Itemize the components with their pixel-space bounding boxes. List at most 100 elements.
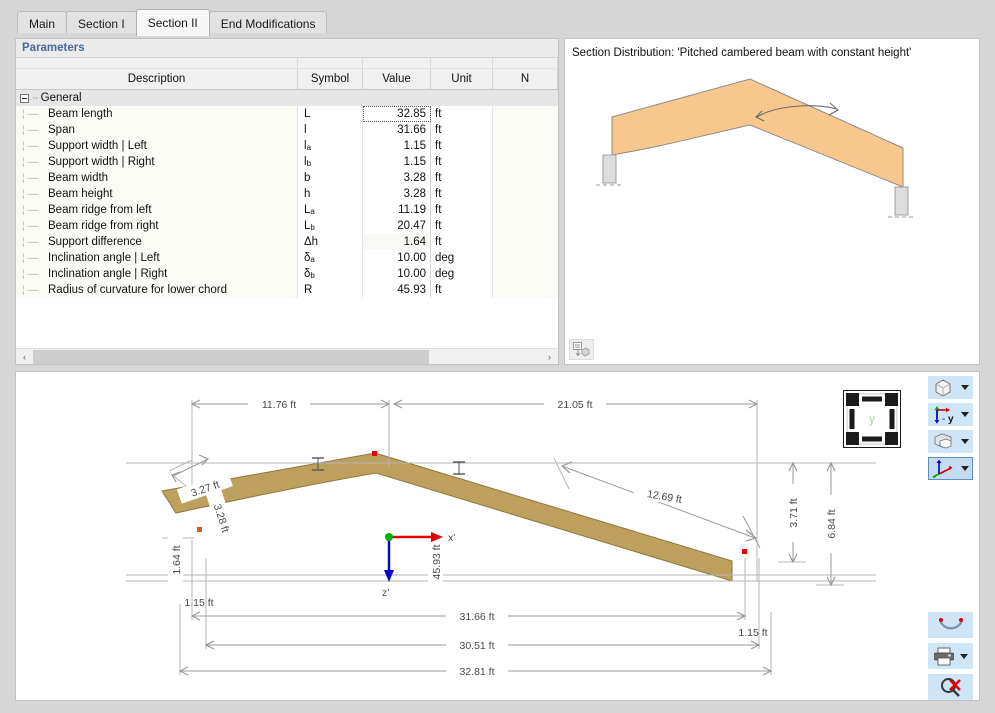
column-header-symbol[interactable]: Symbol xyxy=(298,69,363,89)
cell-value[interactable]: 20.47 xyxy=(363,218,431,234)
table-row[interactable]: ¦ ––Spanl31.66ft xyxy=(16,122,558,138)
support-left xyxy=(603,155,616,183)
cell-symbol: h xyxy=(298,186,363,202)
svg-text:y: y xyxy=(948,414,954,424)
row-description: Support difference xyxy=(48,236,142,248)
chevron-down-icon[interactable] xyxy=(960,654,968,659)
tab-section-ii[interactable]: Section II xyxy=(136,9,210,36)
table-row[interactable]: ¦ ––Inclination angle | Rightδb10.00deg xyxy=(16,266,558,282)
row-symbol-subscript: a xyxy=(310,255,314,264)
chevron-down-icon[interactable] xyxy=(961,439,969,444)
beam-solid xyxy=(162,453,732,581)
row-symbol-subscript: b xyxy=(310,271,314,280)
table-row[interactable]: ¦ ––Support width | Leftla1.15ft xyxy=(16,138,558,154)
cell-value[interactable]: 45.93 xyxy=(363,282,431,298)
printer-icon xyxy=(933,647,955,666)
camber-arrow-head-right xyxy=(829,103,838,115)
beam-preview-svg xyxy=(565,67,979,338)
cell-description: ¦ ––Beam length xyxy=(16,106,298,122)
cell-value[interactable]: 31.66 xyxy=(363,122,431,138)
row-symbol-subscript: b xyxy=(307,159,311,168)
table-column-headers: Description Symbol Value Unit N xyxy=(16,69,558,90)
navigation-cube[interactable]: y xyxy=(843,390,901,448)
tab-list: Main Section I Section II End Modificati… xyxy=(17,9,326,36)
cell-symbol: δa xyxy=(298,250,363,266)
column-header-description[interactable]: Description xyxy=(16,69,298,89)
chevron-down-icon[interactable] xyxy=(961,412,969,417)
zoom-reset-button[interactable] xyxy=(928,674,973,700)
column-header-value[interactable]: Value xyxy=(363,69,431,89)
table-row[interactable]: ¦ ––Beam lengthL32.85ft xyxy=(16,106,558,122)
section-distribution-title: Section Distribution: 'Pitched cambered … xyxy=(565,39,979,67)
print-button[interactable] xyxy=(928,643,973,669)
snap-curve-icon xyxy=(937,617,965,633)
cell-value[interactable]: 1.64 xyxy=(363,234,431,250)
cell-extra xyxy=(493,202,558,218)
view-tools-toolbar: y - xyxy=(928,376,973,480)
scrollbar-thumb[interactable] xyxy=(33,350,429,364)
dim-label-support-width-left: 1.15 ft xyxy=(184,597,213,609)
cell-value[interactable]: 3.28 xyxy=(363,170,431,186)
cell-value[interactable]: 10.00 xyxy=(363,250,431,266)
cell-description: ¦ ––Support width | Right xyxy=(16,154,298,170)
table-row[interactable]: ¦ ––Radius of curvature for lower chordR… xyxy=(16,282,558,298)
section-distribution-canvas[interactable] xyxy=(565,67,979,336)
tree-branch-icon: ¦ –– xyxy=(22,219,48,234)
chevron-down-icon[interactable] xyxy=(961,466,969,471)
cell-value[interactable]: 3.28 xyxy=(363,186,431,202)
parameters-panel: Parameters Description Symbol Value Unit… xyxy=(15,38,559,365)
scroll-right-icon[interactable]: › xyxy=(541,349,558,365)
collapse-group-icon[interactable] xyxy=(20,94,29,103)
axis-z-label: z' xyxy=(382,587,389,599)
cell-value[interactable]: 11.19 xyxy=(363,202,431,218)
coordinate-system-button[interactable] xyxy=(928,457,973,480)
column-header-unit[interactable]: Unit xyxy=(431,69,493,89)
cell-value[interactable]: 1.15 xyxy=(363,154,431,170)
scroll-left-icon[interactable]: ‹ xyxy=(16,349,33,365)
cell-extra xyxy=(493,234,558,250)
dim-label-span: 31.66 ft xyxy=(459,611,494,623)
row-description: Beam width xyxy=(48,172,108,184)
table-row[interactable]: ¦ ––Inclination angle | Leftδa10.00deg xyxy=(16,250,558,266)
table-row[interactable]: ¦ ––Beam widthb3.28ft xyxy=(16,170,558,186)
dim-label-ridge-from-left: 11.76 ft xyxy=(262,399,296,411)
svg-text:-: - xyxy=(942,414,945,424)
solid-view-button[interactable] xyxy=(928,430,973,453)
row-description: Span xyxy=(48,124,75,136)
cell-value[interactable]: 10.00 xyxy=(363,266,431,282)
wireframe-view-button[interactable] xyxy=(928,376,973,399)
column-header-extra[interactable]: N xyxy=(493,69,558,89)
subheader-unit xyxy=(431,58,493,68)
table-row[interactable]: ¦ ––Support differenceΔh1.64ft xyxy=(16,234,558,250)
table-row[interactable]: ¦ ––Support width | Rightlb1.15ft xyxy=(16,154,558,170)
cell-description: ¦ ––Inclination angle | Left xyxy=(16,250,298,266)
tree-branch-icon: ¦ –– xyxy=(22,267,48,282)
section-3d-icon[interactable] xyxy=(569,339,594,360)
parameter-group-row[interactable]: ··General xyxy=(16,90,558,106)
tree-branch-icon: ¦ –– xyxy=(22,251,48,266)
dim-line-327-upper xyxy=(173,459,208,476)
table-row[interactable]: ¦ ––Beam ridge from leftLa11.19ft xyxy=(16,202,558,218)
row-symbol: R xyxy=(304,284,312,296)
table-row[interactable]: ¦ ––Beam ridge from rightLb20.47ft xyxy=(16,218,558,234)
scrollbar-track[interactable] xyxy=(33,349,541,365)
dim-label-support-width-right: 1.15 ft xyxy=(738,627,767,639)
row-symbol: L xyxy=(304,108,310,120)
chevron-down-icon[interactable] xyxy=(961,385,969,390)
snap-points-button[interactable] xyxy=(928,612,973,638)
subheader-value xyxy=(363,58,431,68)
row-description: Beam ridge from right xyxy=(48,220,159,232)
axis-view-button[interactable]: y - xyxy=(928,403,973,426)
cell-value[interactable]: 32.85 xyxy=(363,106,431,122)
model-viewport[interactable]: 11.76 ft 21.05 ft 3.27 ft 3.28 ft xyxy=(15,371,980,701)
row-description: Inclination angle | Left xyxy=(48,252,160,264)
table-row[interactable]: ¦ ––Beam heighth3.28ft xyxy=(16,186,558,202)
viewport-svg: 11.76 ft 21.05 ft 3.27 ft 3.28 ft xyxy=(16,372,979,700)
tree-branch-icon: ¦ –– xyxy=(22,203,48,218)
node-left-end xyxy=(197,527,202,532)
horizontal-scrollbar[interactable]: ‹ › xyxy=(16,348,558,364)
cell-extra xyxy=(493,186,558,202)
dim-label-overall-length: 32.81 ft xyxy=(459,666,494,678)
cell-value[interactable]: 1.15 xyxy=(363,138,431,154)
tree-branch-icon: ¦ –– xyxy=(22,187,48,202)
